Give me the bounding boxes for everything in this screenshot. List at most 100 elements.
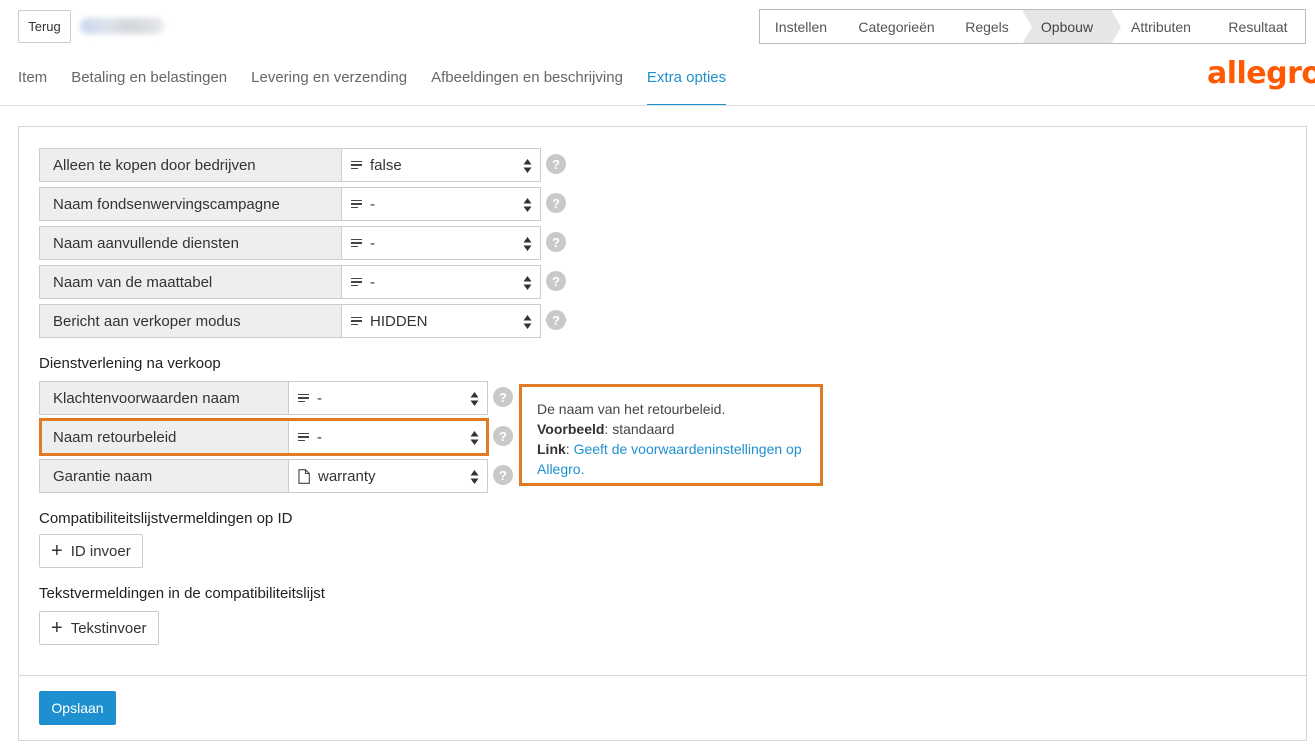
tooltip-link[interactable]: Geeft de voorwaardeninstellingen op Alle…: [537, 441, 802, 477]
field-select[interactable]: -: [289, 420, 488, 454]
field-row-return-policy: Naam retourbeleid -: [39, 420, 488, 454]
tooltip-example: Voorbeeld: standaard: [537, 419, 805, 439]
button-label: Tekstinvoer: [70, 619, 147, 637]
step-label: Instellen: [774, 18, 828, 35]
field-row: Naam van de maattabel -: [39, 265, 541, 299]
tab-levering[interactable]: Levering en verzending: [251, 60, 407, 106]
section-title-after-sales: Dienstverlening na verkoop: [39, 355, 221, 372]
tab-afbeeldingen[interactable]: Afbeeldingen en beschrijving: [431, 60, 623, 106]
tooltip-link-sep: :: [565, 441, 574, 457]
extra-options-panel: Alleen te kopen door bedrijven false ? N…: [18, 126, 1307, 741]
tooltip-link-label: Link: [537, 441, 566, 457]
plus-icon: +: [51, 540, 63, 562]
help-icon[interactable]: ?: [493, 465, 513, 485]
lines-icon: [298, 393, 309, 403]
field-row: Klachtenvoorwaarden naam -: [39, 381, 488, 415]
field-select[interactable]: -: [342, 226, 541, 260]
field-select[interactable]: false: [342, 148, 541, 182]
field-label: Naam retourbeleid: [39, 420, 289, 454]
field-value: warranty: [318, 467, 376, 485]
field-select[interactable]: warranty: [289, 459, 488, 493]
save-button[interactable]: Opslaan: [39, 691, 116, 725]
step-label: Categorieën: [858, 18, 935, 35]
help-icon[interactable]: ?: [493, 426, 513, 446]
field-value: -: [317, 428, 322, 446]
lines-icon: [298, 432, 309, 442]
wizard-steps: Instellen Categorieën Regels Opbouw Attr…: [759, 9, 1306, 44]
step-resultaat[interactable]: Resultaat: [1211, 10, 1305, 43]
field-row: Garantie naam warranty: [39, 459, 488, 493]
field-label: Klachtenvoorwaarden naam: [39, 381, 289, 415]
tab-bar: Item Betaling en belastingen Levering en…: [18, 60, 750, 106]
field-row: Naam fondsenwervingscampagne -: [39, 187, 541, 221]
sort-arrows-icon: [523, 315, 532, 329]
plus-icon: +: [51, 617, 63, 639]
sort-arrows-icon: [523, 159, 532, 173]
lines-icon: [351, 160, 362, 170]
blurred-item-name: [80, 18, 164, 34]
add-text-entry-button[interactable]: + Tekstinvoer: [39, 611, 159, 645]
allegro-logo: allegro: [1207, 56, 1315, 91]
step-label: Opbouw: [1040, 18, 1094, 35]
lines-icon: [351, 277, 362, 287]
field-select[interactable]: -: [342, 265, 541, 299]
step-label: Regels: [965, 18, 1009, 35]
field-value: -: [370, 273, 375, 291]
field-label: Naam van de maattabel: [39, 265, 342, 299]
field-row: Naam aanvullende diensten -: [39, 226, 541, 260]
field-select[interactable]: -: [342, 187, 541, 221]
field-label: Naam fondsenwervingscampagne: [39, 187, 342, 221]
field-value: -: [317, 389, 322, 407]
field-label: Bericht aan verkoper modus: [39, 304, 342, 338]
tab-extra-opties[interactable]: Extra opties: [646, 60, 727, 106]
step-categorieen[interactable]: Categorieën: [842, 10, 951, 43]
sort-arrows-icon: [470, 431, 479, 445]
tooltip-example-label: Voorbeeld: [537, 421, 605, 437]
field-row: Alleen te kopen door bedrijven false: [39, 148, 541, 182]
field-label: Garantie naam: [39, 459, 289, 493]
tooltip-example-value: : standaard: [604, 421, 675, 437]
back-button[interactable]: Terug: [18, 10, 71, 43]
step-attributen[interactable]: Attributen: [1111, 10, 1211, 43]
step-instellen[interactable]: Instellen: [760, 10, 842, 43]
tab-betaling[interactable]: Betaling en belastingen: [71, 60, 227, 106]
step-label: Attributen: [1131, 18, 1191, 35]
help-icon[interactable]: ?: [546, 310, 566, 330]
lines-icon: [351, 238, 362, 248]
help-icon[interactable]: ?: [546, 232, 566, 252]
help-icon[interactable]: ?: [546, 271, 566, 291]
help-icon[interactable]: ?: [546, 193, 566, 213]
step-opbouw[interactable]: Opbouw: [1022, 10, 1121, 44]
footer-divider: [19, 675, 1306, 676]
section-title-compat-text: Tekstvermeldingen in de compatibiliteits…: [39, 585, 325, 602]
add-id-entry-button[interactable]: + ID invoer: [39, 534, 143, 568]
lines-icon: [351, 199, 362, 209]
sort-arrows-icon: [470, 392, 479, 406]
field-select[interactable]: -: [289, 381, 488, 415]
field-select[interactable]: HIDDEN: [342, 304, 541, 338]
lines-icon: [351, 316, 362, 326]
field-value: -: [370, 234, 375, 252]
tabs-divider: [0, 105, 1315, 106]
sort-arrows-icon: [470, 470, 479, 484]
sort-arrows-icon: [523, 276, 532, 290]
help-tooltip: De naam van het retourbeleid. Voorbeeld:…: [519, 384, 823, 486]
field-label: Alleen te kopen door bedrijven: [39, 148, 342, 182]
step-regels[interactable]: Regels: [951, 10, 1023, 43]
field-row: Bericht aan verkoper modus HIDDEN: [39, 304, 541, 338]
step-label: Resultaat: [1228, 18, 1288, 35]
field-value: false: [370, 156, 402, 174]
tooltip-description: De naam van het retourbeleid.: [537, 401, 726, 417]
tab-item[interactable]: Item: [18, 60, 47, 106]
help-icon[interactable]: ?: [546, 154, 566, 174]
document-icon: [298, 468, 310, 484]
tooltip-link-line: Link: Geeft de voorwaardeninstellingen o…: [537, 439, 805, 479]
sort-arrows-icon: [523, 198, 532, 212]
field-value: -: [370, 195, 375, 213]
button-label: ID invoer: [70, 542, 131, 560]
section-title-compat-id: Compatibiliteitslijstvermeldingen op ID: [39, 510, 293, 527]
field-value: HIDDEN: [370, 312, 428, 330]
help-icon[interactable]: ?: [493, 387, 513, 407]
field-label: Naam aanvullende diensten: [39, 226, 342, 260]
sort-arrows-icon: [523, 237, 532, 251]
